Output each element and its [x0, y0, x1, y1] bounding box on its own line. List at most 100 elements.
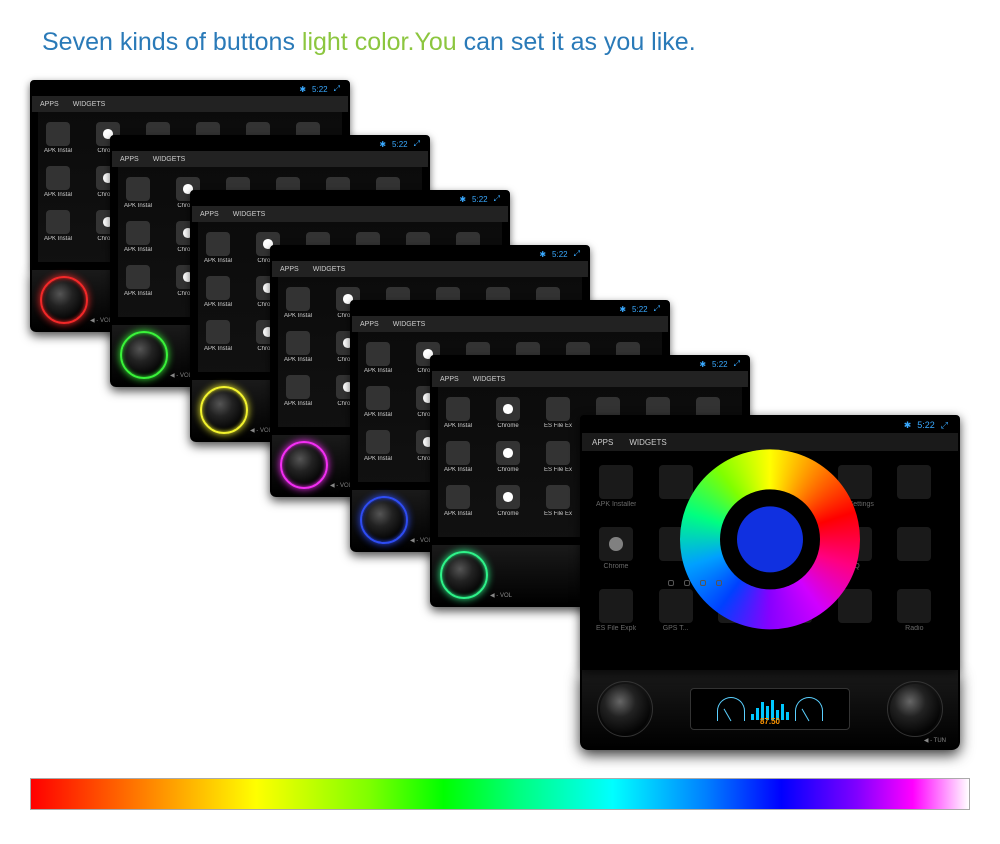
app-label: APK Installer — [444, 511, 472, 517]
app-icon[interactable]: APK Installer — [204, 232, 232, 268]
tab-apps[interactable]: APPS — [592, 438, 613, 447]
app-icon[interactable]: ES File Explor... — [544, 441, 572, 477]
app-icon[interactable]: GPS T... — [656, 589, 696, 637]
bluetooth-icon: ✱ — [299, 85, 306, 94]
app-label: APK Installer — [444, 467, 472, 473]
volume-knob[interactable] — [444, 555, 484, 595]
base-button-icon[interactable] — [700, 580, 706, 586]
app-glyph-icon — [659, 589, 693, 623]
app-label: APK Installer — [364, 456, 392, 462]
bluetooth-icon: ✱ — [904, 420, 912, 431]
app-glyph-icon — [496, 397, 520, 421]
base-button-icon[interactable] — [716, 580, 722, 586]
app-label: Chrome — [494, 511, 522, 517]
app-icon[interactable]: APK Installer — [44, 210, 72, 246]
tab-apps[interactable]: APPS — [280, 266, 299, 273]
app-glyph-icon — [897, 527, 931, 561]
app-icon[interactable]: ES File Explor... — [596, 589, 636, 637]
app-glyph-icon — [599, 527, 633, 561]
frequency-readout: 87.50 — [760, 717, 780, 726]
tabs-row: APPS WIDGETS — [272, 261, 588, 277]
expand-icon: ⤢ — [414, 139, 420, 149]
app-label: Chrome — [494, 467, 522, 473]
app-glyph-icon — [546, 397, 570, 421]
app-glyph-icon — [206, 320, 230, 344]
vol-label: ◀ - VOL — [490, 592, 512, 599]
app-label: APK Installer — [204, 346, 232, 352]
app-icon[interactable]: APK Installer — [364, 386, 392, 422]
tab-widgets[interactable]: WIDGETS — [393, 321, 426, 328]
tab-widgets[interactable]: WIDGETS — [629, 438, 666, 447]
volume-knob[interactable] — [204, 390, 244, 430]
status-bar: ✱5:22⤢ — [112, 137, 428, 151]
tab-widgets[interactable]: WIDGETS — [313, 266, 346, 273]
app-icon[interactable]: APK Installer — [364, 342, 392, 378]
app-label: ES File Explor... — [596, 625, 636, 632]
app-icon[interactable]: ES File Explor... — [544, 485, 572, 521]
app-icon[interactable]: APK Installer — [204, 320, 232, 356]
app-glyph-icon — [126, 177, 150, 201]
tab-apps[interactable]: APPS — [200, 211, 219, 218]
volume-knob[interactable] — [44, 280, 84, 320]
app-icon[interactable]: APK Installer — [444, 485, 472, 521]
tab-widgets[interactable]: WIDGETS — [233, 211, 266, 218]
app-icon[interactable] — [894, 527, 934, 575]
tab-apps[interactable]: APPS — [40, 101, 59, 108]
app-icon[interactable]: APK Installer — [284, 331, 312, 367]
app-icon[interactable]: APK Installer — [364, 430, 392, 466]
color-spectrum-bar — [30, 778, 970, 810]
app-icon[interactable]: ES File Explor... — [544, 397, 572, 433]
app-icon[interactable]: Chrome — [494, 397, 522, 433]
volume-knob[interactable] — [600, 684, 650, 734]
app-icon[interactable]: APK Installer — [44, 166, 72, 202]
tab-widgets[interactable]: WIDGETS — [73, 101, 106, 108]
app-glyph-icon — [599, 465, 633, 499]
app-icon[interactable]: APK Installer — [284, 287, 312, 323]
tab-widgets[interactable]: WIDGETS — [473, 376, 506, 383]
tab-apps[interactable]: APPS — [120, 156, 139, 163]
bluetooth-icon: ✱ — [539, 250, 546, 259]
app-icon[interactable]: Chrome — [494, 441, 522, 477]
app-glyph-icon — [286, 375, 310, 399]
app-icon[interactable]: APK Installer — [44, 122, 72, 158]
base-button-icon[interactable] — [684, 580, 690, 586]
tuning-knob[interactable] — [890, 684, 940, 734]
tabs-row: APPS WIDGETS — [192, 206, 508, 222]
app-icon[interactable]: APK Installer — [444, 441, 472, 477]
app-icon[interactable] — [835, 589, 875, 637]
display-panel: 87.50 — [690, 688, 850, 730]
expand-icon: ⤢ — [654, 304, 660, 314]
app-icon[interactable]: Chrome — [494, 485, 522, 521]
bluetooth-icon: ✱ — [619, 305, 626, 314]
base-button-icon[interactable] — [668, 580, 674, 586]
tab-widgets[interactable]: WIDGETS — [153, 156, 186, 163]
app-icon[interactable]: Radio — [894, 589, 934, 637]
app-icon[interactable]: Chrome — [596, 527, 636, 575]
device-base: 87.50◀ - TUN — [580, 670, 960, 750]
device-screen[interactable]: ✱5:22⤢APPSWIDGETSAPK InstallerBluetoothN… — [580, 415, 960, 670]
app-label: APK Installer — [444, 423, 472, 429]
app-icon[interactable]: APK Installer — [444, 397, 472, 433]
expand-icon: ⤢ — [334, 84, 340, 94]
status-bar: ✱5:22⤢ — [352, 302, 668, 316]
expand-icon: ⤢ — [494, 194, 500, 204]
app-icon[interactable]: APK Installer — [124, 177, 152, 213]
app-icon[interactable]: APK Installer — [204, 276, 232, 312]
app-glyph-icon — [496, 441, 520, 465]
app-label: APK Installer — [44, 236, 72, 242]
tab-apps[interactable]: APPS — [440, 376, 459, 383]
volume-knob[interactable] — [364, 500, 404, 540]
tabs-row: APPS WIDGETS — [432, 371, 748, 387]
app-icon[interactable] — [894, 465, 934, 513]
color-wheel-picker[interactable] — [680, 449, 860, 629]
app-icon[interactable]: APK Installer — [596, 465, 636, 513]
app-icon[interactable]: APK Installer — [124, 265, 152, 301]
gauge-icon — [795, 697, 823, 721]
tabs-row: APPS WIDGETS — [352, 316, 668, 332]
app-icon[interactable]: APK Installer — [284, 375, 312, 411]
volume-knob[interactable] — [124, 335, 164, 375]
volume-knob[interactable] — [284, 445, 324, 485]
app-icon[interactable]: APK Installer — [124, 221, 152, 257]
tabs-row: APPS WIDGETS — [112, 151, 428, 167]
tab-apps[interactable]: APPS — [360, 321, 379, 328]
